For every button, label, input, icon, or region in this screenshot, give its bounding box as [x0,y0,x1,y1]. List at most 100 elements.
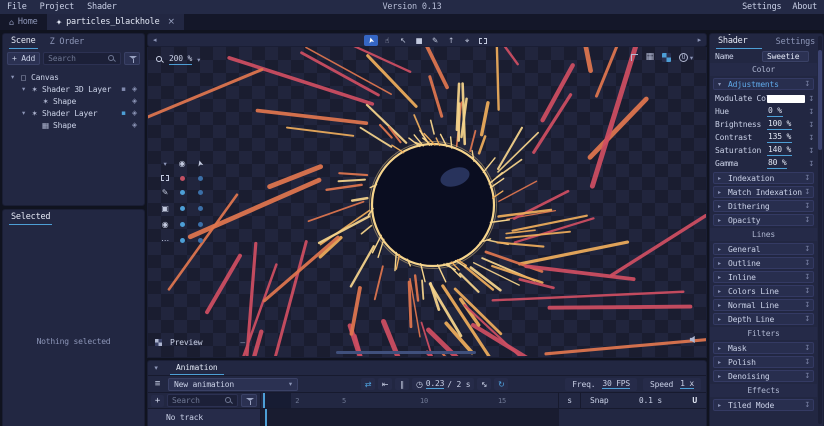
reset-default-icon[interactable]: ↧ [804,287,810,295]
toggle-dot[interactable] [180,190,185,195]
playhead[interactable] [265,409,267,426]
group-general[interactable]: ▸General↧ [713,243,814,255]
tab-scene[interactable]: Scene [9,36,38,49]
pan-tool[interactable]: ☝ [380,35,394,46]
property-value[interactable]: 0 % [767,106,783,117]
expander-icon[interactable]: ▾ [20,109,27,117]
filter-button[interactable] [124,52,140,65]
grid-icon[interactable]: ▦ [646,53,654,62]
minimize-icon[interactable]: – [240,338,245,347]
eye-icon[interactable]: ◉ [162,220,169,229]
reset-default-icon[interactable]: ↧ [804,188,810,196]
tab-home[interactable]: ⌂ Home [0,14,47,30]
select-tool[interactable]: ➤ [364,35,378,46]
toggle-dot[interactable] [180,176,185,181]
track-search-input[interactable]: Search [167,394,238,407]
chevron-down-icon[interactable]: ▾ [163,160,166,168]
marquee-tool[interactable] [476,35,490,46]
toggle-dot[interactable] [198,190,203,195]
visibility-icon[interactable]: ◈ [132,122,137,129]
add-track-button[interactable]: + [151,395,164,407]
expander-icon[interactable]: ▾ [20,85,27,93]
snap-control[interactable]: Snap 0.1 s U [581,393,706,408]
visibility-icon[interactable]: ◈ [132,98,137,105]
zoom-value[interactable]: 200 % [169,54,192,65]
group-indexation[interactable]: ▸Indexation↧ [713,172,814,184]
group-normal-line[interactable]: ▸Normal Line↧ [713,299,814,311]
toggle-dot[interactable] [198,176,203,181]
toggle-dot[interactable] [180,238,185,243]
group-adjustments[interactable]: ▾Adjustments↧ [713,78,814,90]
current-time-value[interactable]: 0.23 [426,379,444,389]
toggle-dot[interactable] [198,238,203,243]
frame-icon[interactable] [631,54,638,61]
reset-default-icon[interactable]: ↧ [804,259,810,267]
collapse-left-icon[interactable]: ◂ [153,36,156,44]
close-icon[interactable]: × [168,17,175,27]
tab-animation[interactable]: Animation [170,363,224,375]
units-menu[interactable]: U ▾ [679,53,693,62]
collapse-right-icon[interactable]: ▸ [698,36,701,44]
collapse-panel-icon[interactable]: ▾ [148,364,164,375]
tab-layer-shader[interactable]: Layer Shader [716,33,762,49]
reset-default-icon[interactable]: ↧ [804,358,810,366]
reset-default-icon[interactable]: ↧ [804,80,810,88]
group-polish[interactable]: ▸Polish↧ [713,356,814,368]
toggle-dot[interactable] [180,206,185,211]
group-inline[interactable]: ▸Inline↧ [713,271,814,283]
sync-button[interactable]: ↻ [494,378,508,390]
chevron-down-icon[interactable]: ▾ [197,56,200,64]
group-mask[interactable]: ▸Mask↧ [713,342,814,354]
group-dithering[interactable]: ▸Dithering↧ [713,200,814,212]
visibility-icon[interactable]: ◈ [132,110,137,117]
color-swatch[interactable] [767,95,805,103]
reset-default-icon[interactable]: ↧ [804,344,810,352]
time-display[interactable]: ◷ 0.23 / 2 s [412,378,474,390]
tree-item-shader-3d-layer[interactable]: ▾✶Shader 3D Layer▪◈ [5,83,142,95]
add-button[interactable]: + Add [7,52,40,65]
brush-icon[interactable]: ✎ [162,188,169,197]
reset-default-icon[interactable]: ↧ [804,202,810,210]
snap-value[interactable]: 0.1 s [639,396,662,405]
expander-icon[interactable]: ▾ [9,73,16,81]
move-tool[interactable]: ↖ [396,35,410,46]
pause-button[interactable]: ∥ [395,378,409,390]
reset-default-icon[interactable]: ↧ [804,273,810,281]
group-denoising[interactable]: ▸Denoising↧ [713,370,814,382]
up-tool[interactable]: ↑ [444,35,458,46]
tab-selected[interactable]: Selected [9,212,52,225]
toggle-dot[interactable] [180,222,185,227]
reset-default-icon[interactable]: ↧ [808,95,814,103]
menu-shader[interactable]: Shader [87,2,117,12]
expand-button[interactable]: ↔ [477,378,491,390]
reset-default-icon[interactable]: ↧ [804,174,810,182]
tab-document[interactable]: ✦ particles_blackhole × [47,14,184,30]
reset-default-icon[interactable]: ↧ [808,121,814,129]
property-value[interactable]: 80 % [767,158,787,169]
tab-settings[interactable]: Settings [774,37,817,49]
volume-icon[interactable] [689,335,698,347]
draw-tool[interactable]: ✎ [428,35,442,46]
name-input[interactable]: Sweetie [762,51,809,62]
reset-default-icon[interactable]: ↧ [804,301,810,309]
canvas-viewport[interactable]: 200 % ▾ ▦ U ▾ ▾◉➤✎▣◉⋯ Preview – [147,47,707,358]
reset-default-icon[interactable]: ↧ [808,147,814,155]
square-icon[interactable] [161,175,169,181]
reset-default-icon[interactable]: ↧ [804,315,810,323]
group-match-indexation[interactable]: ▸Match Indexation↧ [713,186,814,198]
animation-select[interactable]: New animation ▾ [168,378,298,391]
property-value[interactable]: 100 % [767,119,792,130]
transparency-icon[interactable] [662,53,671,62]
speed-control[interactable]: Speed 1 x [643,378,701,391]
menu-icon[interactable]: ≡ [151,379,164,389]
reset-default-icon[interactable]: ↧ [804,245,810,253]
reset-default-icon[interactable]: ↧ [808,160,814,168]
image-icon[interactable]: ▣ [161,204,168,213]
solo-icon[interactable]: ▪ [121,110,126,117]
dots-icon[interactable]: ⋯ [161,236,169,245]
speed-value[interactable]: 1 x [680,379,694,389]
property-value[interactable]: 135 % [767,132,792,143]
group-tiled-mode[interactable]: ▸Tiled Mode↧ [713,399,814,411]
frequency-value[interactable]: 30 FPS [602,379,630,389]
tree-item-canvas[interactable]: ▾◻Canvas [5,71,142,83]
